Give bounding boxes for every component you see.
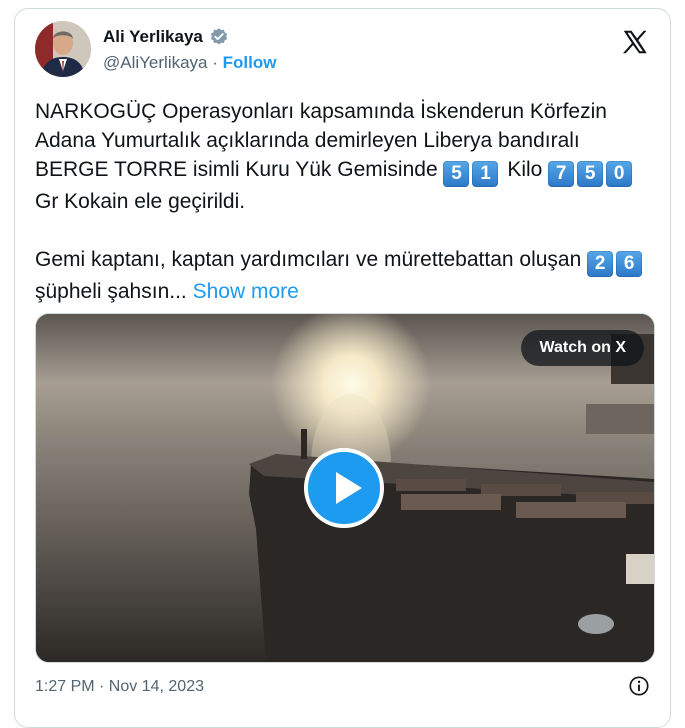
- verified-badge-icon: [210, 28, 227, 45]
- separator-dot: ·: [212, 53, 218, 72]
- keycap-digit: 5: [577, 161, 604, 187]
- play-button[interactable]: [304, 448, 384, 528]
- keycap-digit: 7: [548, 161, 575, 187]
- tweet-text-segment: Gemi kaptanı, kaptan yardımcıları ve mür…: [35, 248, 582, 271]
- tweet-text: NARKOGÜÇ Operasyonları kapsamında İskend…: [35, 97, 657, 306]
- tweet-card: Ali Yerlikaya @AliYerlikaya · Follow NAR…: [14, 8, 671, 728]
- name-row: Ali Yerlikaya: [103, 27, 229, 47]
- tweet-paragraph-1: NARKOGÜÇ Operasyonları kapsamında İskend…: [35, 97, 657, 216]
- keycap-digit: 0: [606, 161, 633, 187]
- tweet-timestamp[interactable]: 1:27 PM · Nov 14, 2023: [35, 678, 204, 695]
- author-handle[interactable]: @AliYerlikaya: [103, 53, 208, 72]
- play-icon: [336, 472, 362, 504]
- info-icon[interactable]: [628, 675, 650, 697]
- tweet-header: Ali Yerlikaya @AliYerlikaya · Follow: [35, 21, 650, 83]
- tweet-text-segment: şüpheli şahsın...: [35, 280, 187, 303]
- keycap-digit: 2: [587, 251, 614, 277]
- keycap-digit: 5: [443, 161, 470, 187]
- x-logo-icon[interactable]: [620, 27, 650, 57]
- tweet-text-segment: Gr Kokain ele geçirildi.: [35, 190, 246, 213]
- tweet-footer: 1:27 PM · Nov 14, 2023: [35, 673, 650, 701]
- follow-button[interactable]: Follow: [223, 53, 277, 72]
- handle-row: @AliYerlikaya · Follow: [103, 53, 276, 73]
- keycap-digit: 6: [616, 251, 643, 277]
- tweet-text-segment: Kilo: [507, 158, 543, 181]
- show-more-link[interactable]: Show more: [193, 280, 299, 303]
- keycap-digit: 1: [472, 161, 499, 187]
- tweet-paragraph-2: Gemi kaptanı, kaptan yardımcıları ve mür…: [35, 245, 657, 306]
- video-player[interactable]: Watch on X: [35, 313, 655, 663]
- author-name[interactable]: Ali Yerlikaya: [103, 27, 203, 47]
- watch-on-x-button[interactable]: Watch on X: [521, 330, 644, 366]
- avatar[interactable]: [35, 21, 91, 77]
